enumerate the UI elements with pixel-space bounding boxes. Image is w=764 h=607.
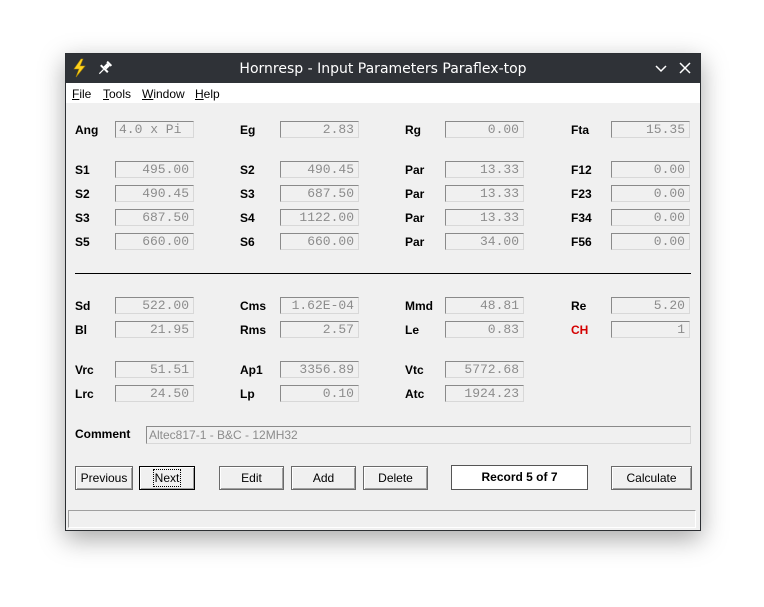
menu-file[interactable]: File [72, 87, 91, 101]
param-field-par2[interactable]: 13.33 [445, 185, 524, 202]
param-label: Ap1 [240, 363, 263, 377]
comment-field[interactable]: Altec817-1 - B&C - 12MH32 [146, 426, 691, 444]
param-label: S3 [75, 211, 90, 225]
param-field-rg[interactable]: 0.00 [445, 121, 524, 138]
param-label: Ang [75, 123, 99, 137]
param-label: Par [405, 163, 425, 177]
param-field-ang[interactable]: 4.0 x Pi [115, 121, 194, 138]
param-field-re[interactable]: 5.20 [611, 297, 690, 314]
calculate-button[interactable]: Calculate [611, 466, 692, 490]
param-label: Fta [571, 123, 589, 137]
close-icon[interactable] [675, 58, 695, 78]
param-field-atc[interactable]: 1924.23 [445, 385, 524, 402]
param-field-rms[interactable]: 2.57 [280, 321, 359, 338]
param-field-s6[interactable]: 660.00 [280, 233, 359, 250]
param-field-ch[interactable]: 1 [611, 321, 690, 338]
param-field-s2[interactable]: 490.45 [115, 185, 194, 202]
param-label: Par [405, 211, 425, 225]
param-label: Lp [240, 387, 255, 401]
param-label: F12 [571, 163, 592, 177]
param-field-f12[interactable]: 0.00 [611, 161, 690, 178]
param-label: Mmd [405, 299, 433, 313]
param-label: Le [405, 323, 420, 337]
window-title: Hornresp - Input Parameters Paraflex-top [239, 61, 527, 77]
add-button[interactable]: Add [291, 466, 356, 490]
param-label: S2 [240, 163, 255, 177]
param-label: F34 [571, 211, 592, 225]
param-field-s4[interactable]: 1122.00 [280, 209, 359, 226]
param-field-le[interactable]: 0.83 [445, 321, 524, 338]
param-field-sd[interactable]: 522.00 [115, 297, 194, 314]
edit-button[interactable]: Edit [219, 466, 284, 490]
next-button-label: Next [152, 469, 182, 487]
param-field-f23[interactable]: 0.00 [611, 185, 690, 202]
param-label: Vtc [405, 363, 424, 377]
menu-window[interactable]: Window [142, 87, 185, 101]
param-label: S4 [240, 211, 255, 225]
param-label: Eg [240, 123, 256, 137]
calculate-button-label: Calculate [626, 471, 677, 485]
edit-button-label: Edit [241, 471, 262, 485]
menu-help[interactable]: Help [195, 87, 220, 101]
param-label: Sd [75, 299, 91, 313]
param-field-fta[interactable]: 15.35 [611, 121, 690, 138]
param-field-vtc[interactable]: 5772.68 [445, 361, 524, 378]
param-field-s3[interactable]: 687.50 [115, 209, 194, 226]
param-field-f56[interactable]: 0.00 [611, 233, 690, 250]
title-bar[interactable]: Hornresp - Input Parameters Paraflex-top [66, 54, 700, 83]
param-field-ap1[interactable]: 3356.89 [280, 361, 359, 378]
param-field-lrc[interactable]: 24.50 [115, 385, 194, 402]
record-indicator: Record 5 of 7 [451, 465, 588, 490]
param-label: F23 [571, 187, 592, 201]
delete-button-label: Delete [378, 471, 413, 485]
menu-bar: File Tools Window Help [66, 83, 700, 103]
param-label: Atc [405, 387, 425, 401]
param-label: Rms [240, 323, 267, 337]
param-label: Lrc [75, 387, 94, 401]
section-divider [75, 273, 691, 274]
param-field-s1[interactable]: 495.00 [115, 161, 194, 178]
param-label: Rg [405, 123, 421, 137]
status-bar [68, 510, 696, 528]
param-label: S6 [240, 235, 255, 249]
param-label: Cms [240, 299, 267, 313]
add-button-label: Add [312, 471, 335, 485]
menu-tools[interactable]: Tools [103, 87, 131, 101]
param-label: Bl [75, 323, 87, 337]
next-button[interactable]: Next [139, 466, 195, 490]
param-label: S5 [75, 235, 90, 249]
param-label: Vrc [75, 363, 94, 377]
input-parameters-window: Hornresp - Input Parameters Paraflex-top… [65, 53, 701, 531]
param-label: S2 [75, 187, 90, 201]
param-label-ch[interactable]: CH [571, 323, 588, 337]
param-field-cms[interactable]: 1.62E-04 [280, 297, 359, 314]
param-label: S3 [240, 187, 255, 201]
param-field-mmd[interactable]: 48.81 [445, 297, 524, 314]
previous-button-label: Previous [80, 471, 128, 485]
param-label: F56 [571, 235, 592, 249]
param-field-eg[interactable]: 2.83 [280, 121, 359, 138]
param-field-par1[interactable]: 13.33 [445, 161, 524, 178]
param-label: Par [405, 235, 425, 249]
param-field-s3[interactable]: 687.50 [280, 185, 359, 202]
param-label: S1 [75, 163, 90, 177]
param-field-lp[interactable]: 0.10 [280, 385, 359, 402]
param-field-f34[interactable]: 0.00 [611, 209, 690, 226]
param-field-bl[interactable]: 21.95 [115, 321, 194, 338]
previous-button[interactable]: Previous [75, 466, 133, 490]
param-label: Par [405, 187, 425, 201]
delete-button[interactable]: Delete [363, 466, 428, 490]
param-label: Re [571, 299, 587, 313]
param-field-vrc[interactable]: 51.51 [115, 361, 194, 378]
param-field-s2[interactable]: 490.45 [280, 161, 359, 178]
param-field-s5[interactable]: 660.00 [115, 233, 194, 250]
param-field-par4[interactable]: 34.00 [445, 233, 524, 250]
chevron-down-icon[interactable] [651, 58, 671, 78]
param-field-par3[interactable]: 13.33 [445, 209, 524, 226]
comment-label: Comment [75, 427, 131, 441]
